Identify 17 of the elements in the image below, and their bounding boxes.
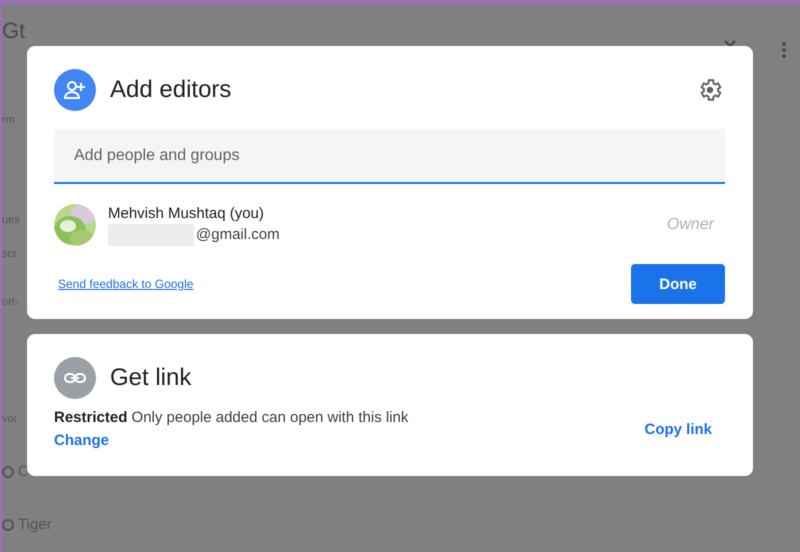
radio-button[interactable] (2, 466, 14, 478)
feedback-link[interactable]: Send feedback to Google (58, 277, 194, 291)
copy-link-button[interactable]: Copy link (638, 416, 718, 442)
add-person-icon (54, 69, 96, 111)
more-icon[interactable] (782, 42, 786, 58)
change-link[interactable]: Change (54, 432, 110, 449)
done-button[interactable]: Done (631, 264, 725, 304)
dialog-title: Get link (110, 364, 192, 392)
dialog-title: Add editors (110, 76, 232, 104)
role-label: Owner (666, 216, 714, 234)
person-name: Mehvish Mushtaq (you) (108, 204, 265, 222)
add-people-field[interactable]: Add people and groups (54, 129, 725, 184)
access-description: Restricted Only people added can open with this link (54, 409, 408, 426)
person-email: @gmail.com (196, 226, 280, 243)
radio-button[interactable] (2, 518, 14, 530)
link-icon (54, 357, 96, 399)
chevron-icon[interactable] (724, 40, 736, 48)
